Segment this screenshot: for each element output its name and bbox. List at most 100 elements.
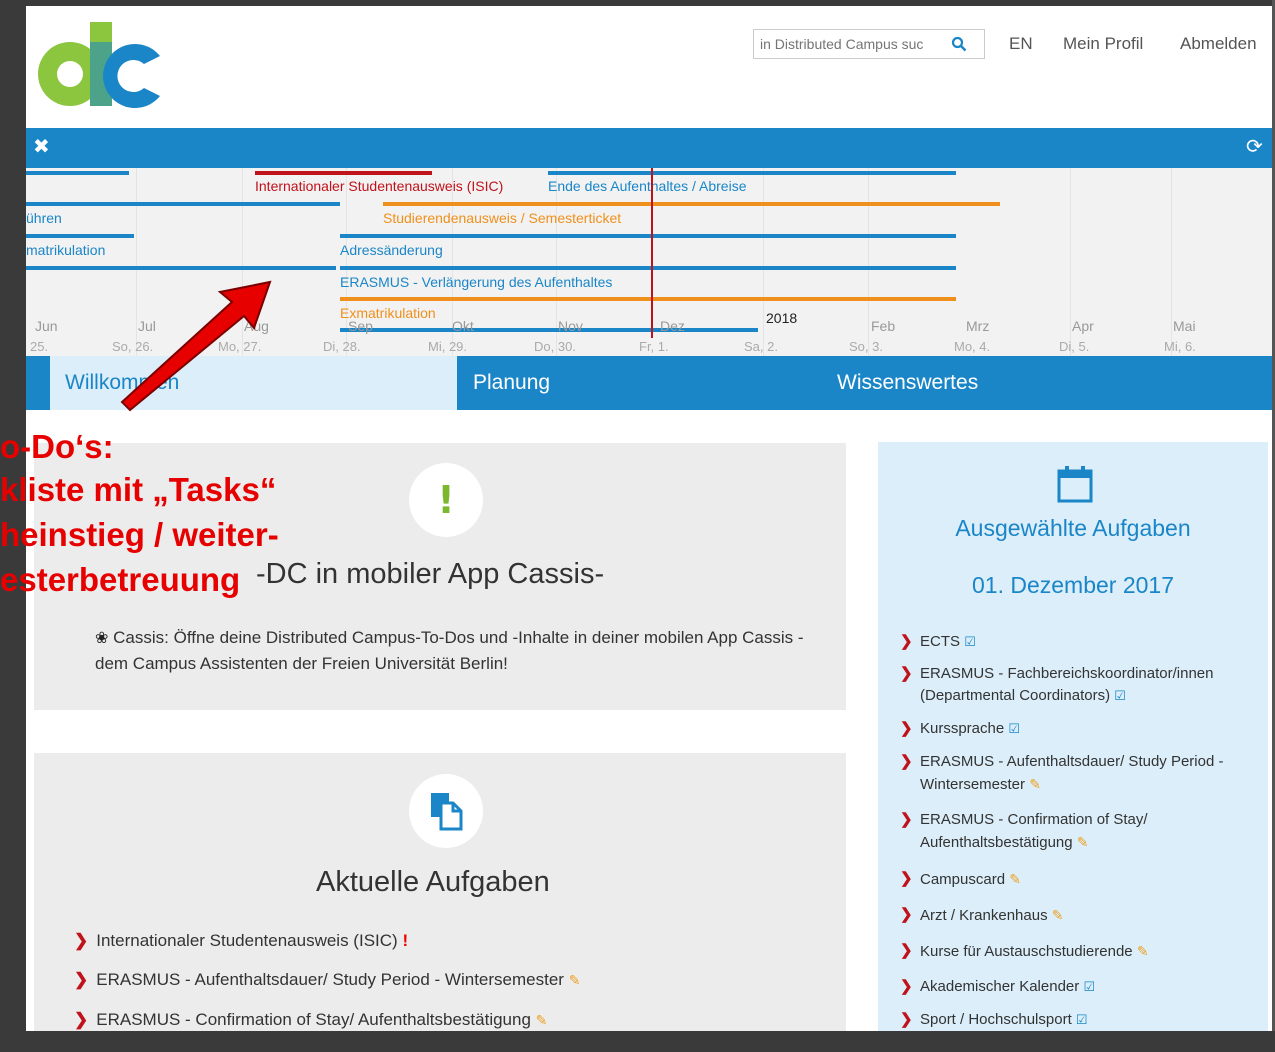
search-input[interactable] (754, 31, 944, 57)
cassis-app-icon: ❀ (95, 630, 109, 647)
chevron-right-icon: ❯ (900, 811, 913, 828)
task-label[interactable]: ERASMUS - Aufenthaltsdauer/ Study Period… (920, 753, 1223, 793)
task-label[interactable]: Arzt / Krankenhaus (920, 907, 1048, 924)
timeline-bar (383, 202, 1000, 206)
pencil-icon: ✎ (1051, 907, 1064, 923)
chevron-right-icon: ❯ (900, 665, 913, 682)
selected-task-item[interactable]: ❯ Kurse für Austauschstudierende ✎ (900, 940, 1245, 963)
event-student-id[interactable]: Studierendenausweis / Semesterticket (383, 210, 621, 226)
cassis-description: ❀ Cassis: Öffne deine Distributed Campus… (95, 625, 815, 676)
task-label[interactable]: ERASMUS - Fachbereichskoordinator/innen … (920, 665, 1213, 704)
grid-line (1171, 168, 1172, 356)
copy-document-icon (409, 774, 483, 848)
cassis-text[interactable]: Cassis: Öffne deine Distributed Campus-T… (95, 628, 804, 673)
timeline-bar (340, 234, 956, 238)
event-address-change[interactable]: Adressänderung (340, 242, 443, 258)
selected-task-item[interactable]: ❯ ERASMUS - Confirmation of Stay/ Aufenth… (900, 809, 1245, 854)
calendar-icon (1057, 466, 1093, 503)
annotation-line-3: heinstieg / weiter- (0, 516, 279, 553)
current-task-item[interactable]: ❯ Internationaler Studentenausweis (ISIC)… (74, 931, 408, 951)
exclamation-icon: ! (409, 463, 483, 537)
selected-task-item[interactable]: ❯ ECTS ☑ (900, 631, 1245, 653)
selected-tasks-title: Ausgewählte Aufgaben (955, 515, 1191, 541)
month-label: Feb (871, 318, 896, 334)
event-erasmus-extension[interactable]: ERASMUS - Verlängerung des Aufenthaltes (340, 274, 612, 290)
pencil-icon: ✎ (535, 1012, 548, 1028)
timeline-bar (26, 202, 340, 206)
event-isic[interactable]: Internationaler Studentenausweis (ISIC) (255, 178, 503, 194)
selected-task-item[interactable]: ❯ Campuscard ✎ (900, 868, 1245, 891)
selected-task-item[interactable]: ❯ Arzt / Krankenhaus ✎ (900, 904, 1245, 927)
task-label[interactable]: Internationaler Studentenausweis (ISIC) (96, 931, 397, 950)
frame-bottom (0, 1031, 1275, 1052)
urgent-icon: ! (402, 931, 409, 950)
grid-line (763, 168, 764, 356)
today-marker (651, 168, 653, 338)
annotation-arrow (120, 280, 272, 412)
selected-task-item[interactable]: ❯ Sport / Hochschulsport ☑ (900, 1009, 1245, 1031)
event-truncated-2[interactable]: matrikulation (26, 242, 105, 258)
chevron-right-icon: ❯ (900, 978, 913, 995)
month-label: Okt (452, 318, 474, 334)
task-label[interactable]: ECTS (920, 633, 960, 650)
timeline-bar (340, 297, 956, 301)
task-label[interactable]: ERASMUS - Confirmation of Stay/ Aufentha… (96, 1010, 531, 1029)
pencil-icon: ✎ (1009, 871, 1021, 887)
task-label[interactable]: ERASMUS - Aufenthaltsdauer/ Study Period… (96, 970, 564, 989)
cassis-title: -DC in mobiler App Cassis- (256, 558, 605, 590)
dc-logo[interactable] (32, 12, 162, 112)
day-label: Mi, 6. (1164, 339, 1196, 354)
annotation-line-4: esterbetreuung (0, 561, 241, 598)
day-label: Do, 30. (534, 339, 576, 354)
refresh-icon[interactable]: ⟳ (1246, 134, 1268, 160)
current-tasks-box: Aktuelle Aufgaben ❯ Internationaler Stude… (34, 753, 846, 1031)
task-label[interactable]: Akademischer Kalender (920, 978, 1079, 995)
task-label[interactable]: Kurssprache (920, 720, 1004, 737)
event-end-of-stay[interactable]: Ende des Aufenthaltes / Abreise (548, 178, 746, 194)
task-label[interactable]: Sport / Hochschulsport (920, 1011, 1072, 1028)
search-icon[interactable] (944, 30, 974, 58)
day-label: Di, 5. (1059, 339, 1090, 354)
grid-line (1070, 168, 1071, 356)
logout-link[interactable]: Abmelden (1180, 34, 1257, 54)
language-link[interactable]: EN (1009, 34, 1033, 54)
chevron-right-icon: ❯ (900, 633, 913, 650)
month-label: Mrz (966, 318, 990, 334)
tab-knowledge[interactable]: Wissenswertes (837, 356, 1217, 410)
day-label: So, 3. (849, 339, 883, 354)
pencil-icon: ✎ (1029, 776, 1041, 792)
checkbox-icon: ☑ (1075, 1012, 1088, 1027)
day-label: Fr, 1. (639, 339, 669, 354)
grid-line (868, 168, 869, 356)
task-label[interactable]: ERASMUS - Confirmation of Stay/ Aufentha… (920, 811, 1148, 851)
pencil-icon: ✎ (1076, 834, 1089, 850)
chevron-right-icon: ❯ (74, 931, 89, 950)
tab-planning[interactable]: Planung (457, 356, 837, 410)
pencil-icon: ✎ (568, 972, 581, 988)
task-label[interactable]: Kurse für Austauschstudierende (920, 943, 1133, 960)
year-label: 2018 (766, 310, 798, 326)
event-truncated-1[interactable]: ühren (26, 210, 62, 226)
timeline-bar (255, 171, 432, 175)
timeline-bar (340, 328, 758, 332)
day-label: Di, 28. (323, 339, 361, 354)
month-label: Sep (348, 318, 373, 334)
day-label: Mi, 29. (428, 339, 468, 354)
task-label[interactable]: Campuscard (920, 871, 1005, 888)
selected-tasks-panel: Ausgewählte Aufgaben 01. Dezember 2017 ❯… (878, 442, 1268, 1031)
selected-task-item[interactable]: ❯ Kurssprache ☑ (900, 718, 1245, 740)
close-icon[interactable]: ✖ (33, 134, 53, 160)
selected-task-item[interactable]: ❯ ERASMUS - Fachbereichskoordinator/innen… (900, 663, 1245, 707)
timeline-bar (548, 171, 956, 175)
month-label: Apr (1072, 318, 1094, 334)
selected-task-item[interactable]: ❯ ERASMUS - Aufenthaltsdauer/ Study Perio… (900, 751, 1245, 796)
profile-link[interactable]: Mein Profil (1063, 34, 1143, 54)
selected-task-item[interactable]: ❯ Akademischer Kalender ☑ (900, 976, 1245, 998)
current-task-item[interactable]: ❯ ERASMUS - Confirmation of Stay/ Aufenth… (74, 1010, 547, 1030)
day-label: Mo, 4. (954, 339, 991, 354)
chevron-right-icon: ❯ (74, 970, 89, 989)
chevron-right-icon: ❯ (900, 753, 913, 770)
timeline-bar (26, 234, 134, 238)
current-task-item[interactable]: ❯ ERASMUS - Aufenthaltsdauer/ Study Perio… (74, 970, 580, 990)
chevron-right-icon: ❯ (900, 1011, 913, 1028)
